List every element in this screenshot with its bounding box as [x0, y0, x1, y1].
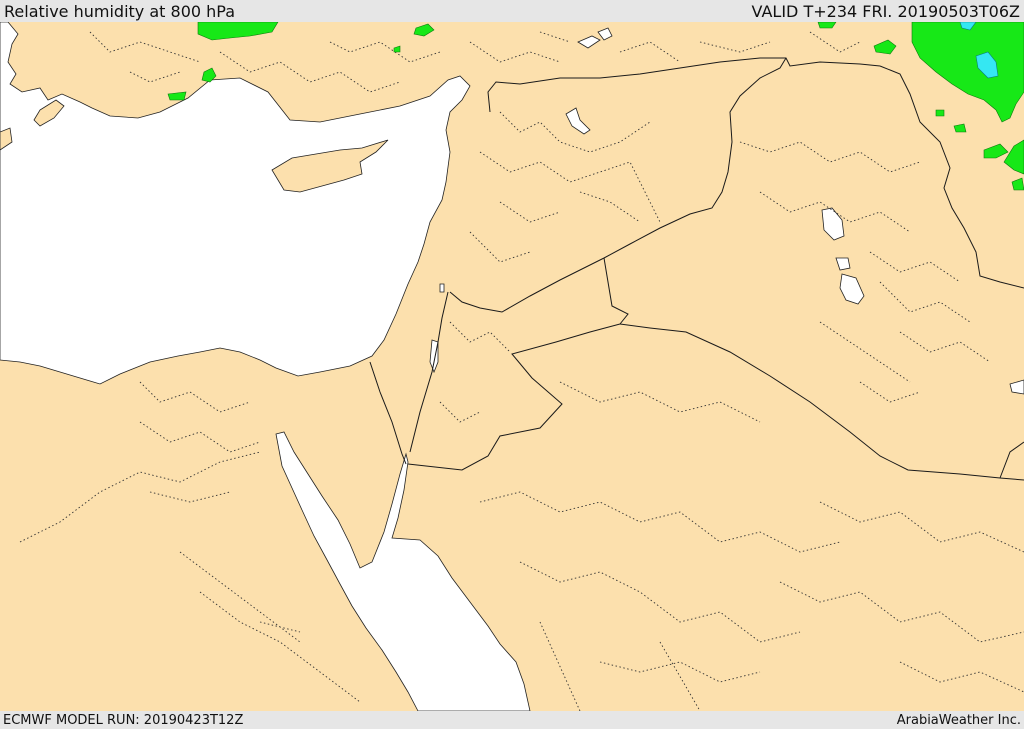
map-canvas — [0, 22, 1024, 711]
sea-of-galilee — [439, 283, 445, 293]
credit-label: ArabiaWeather Inc. — [896, 712, 1021, 728]
footer-bar: ECMWF MODEL RUN: 20190423T12Z ArabiaWeat… — [0, 711, 1024, 729]
header-bar: Relative humidity at 800 hPa VALID T+234… — [0, 0, 1024, 22]
valid-time: VALID T+234 FRI. 20190503T06Z — [751, 1, 1020, 21]
map-title: Relative humidity at 800 hPa — [4, 1, 236, 21]
map-svg — [0, 22, 1024, 711]
model-run-label: ECMWF MODEL RUN: 20190423T12Z — [3, 712, 244, 728]
weather-map-page: Relative humidity at 800 hPa VALID T+234… — [0, 0, 1024, 729]
humidity-patch-ne8 — [935, 109, 945, 117]
